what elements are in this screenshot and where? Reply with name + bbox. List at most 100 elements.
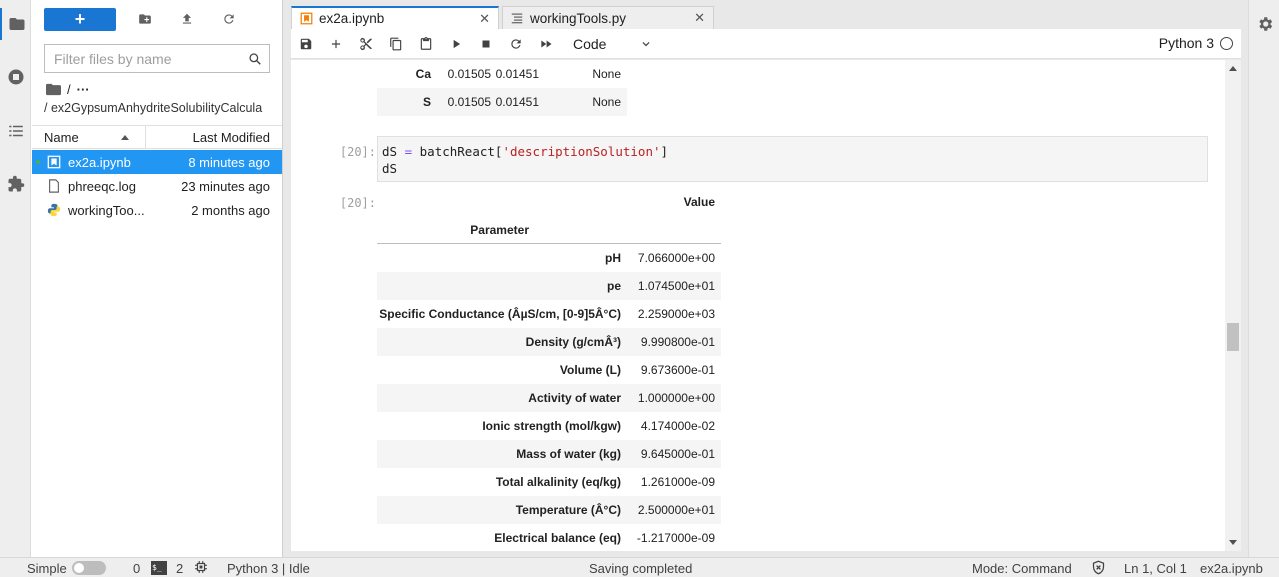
left-activity-bar [0,0,31,557]
table-index-header-row: Parameter [377,216,721,244]
table-cell: 0.01505 [447,67,491,81]
file-filter-input[interactable] [54,50,242,67]
running-icon[interactable] [0,61,31,93]
file-modified: 8 minutes ago [188,154,270,170]
kernel-status[interactable]: Python 3 | Idle [227,561,310,576]
terminal-icon: $_ [151,561,167,575]
file-icon [47,179,61,193]
code-token: 'descriptionSolution' [502,144,661,159]
code-token: = [404,144,413,159]
code-line: dS [382,161,398,176]
tab-workingtools-py[interactable]: workingTools.py ✕ [502,6,714,29]
save-icon[interactable] [291,30,321,58]
close-icon[interactable]: ✕ [694,10,705,26]
input-prompt: [20]: [339,145,376,159]
table-row: Electrical balance (eq) -1.217000e-09 [377,524,721,551]
notebook-content[interactable]: Ca 0.01505 0.01451 None S 0.01505 0.0145… [291,60,1241,551]
code-line: dS = batchReact['descriptionSolution'] [382,143,1203,160]
cut-icon[interactable] [351,30,381,58]
kernel-chip-icon [194,560,208,577]
notebook-icon [47,155,61,169]
parameter-value: 1.074500e+01 [637,279,715,293]
refresh-icon[interactable] [208,7,250,31]
simple-mode-label: Simple [27,561,67,576]
scrollbar-thumb[interactable] [1227,323,1239,351]
table-row: Mass of water (kg) 9.645000e-01 [377,440,721,468]
paste-icon[interactable] [411,30,441,58]
output-dataframe-top: Ca 0.01505 0.01451 None S 0.01505 0.0145… [377,60,627,116]
kernel-idle-icon [1220,36,1233,50]
file-list-item[interactable]: workingToo... 2 months ago [32,198,282,222]
new-launcher-button[interactable]: + [44,7,116,31]
fast-forward-icon[interactable] [531,30,561,58]
file-browser-toolbar: + [44,7,250,31]
breadcrumb-ellipsis[interactable]: ··· [77,82,90,97]
status-bar: Simple 0 $_ 2 Python 3 | Idle Saving com… [0,557,1279,577]
restart-icon[interactable] [501,30,531,58]
parameter-name: Temperature (Â°C) [515,503,621,517]
file-modified: 2 months ago [191,202,270,218]
breadcrumb-path[interactable]: / ex2GypsumAnhydriteSolubilityCalcula [44,101,282,115]
tab-label: workingTools.py [530,10,627,26]
table-row: pe 1.074500e+01 [377,272,721,300]
parameter-value: 2.500000e+01 [637,503,715,517]
table-row: Activity of water 1.000000e+00 [377,384,721,412]
table-cell: None [592,67,621,81]
parameter-value: -1.217000e-09 [636,531,715,545]
property-inspector-icon[interactable] [1249,8,1279,40]
scroll-down-icon[interactable] [1229,540,1237,545]
stop-icon[interactable] [471,30,501,58]
notebook-toolbar: Code Python 3 [291,29,1241,59]
parameter-name: Activity of water [528,391,621,405]
code-token: ] [660,144,669,159]
kernel-indicator[interactable]: Python 3 [1159,35,1233,51]
code-token: dS [382,144,398,159]
tab-label: ex2a.ipynb [319,11,385,26]
parameter-value: 7.066000e+00 [637,251,715,265]
extension-icon[interactable] [0,168,31,200]
cell-type-dropdown[interactable]: Code [573,36,653,52]
kernel-name: Python 3 [1158,35,1214,51]
run-icon[interactable] [441,30,471,58]
file-browser-panel: + / ··· / ex2GypsumAnhydriteSolubilityCa… [32,0,283,557]
code-editor[interactable]: dS = batchReact['descriptionSolution'] d… [377,136,1208,182]
modified-column-header[interactable]: Last Modified [146,126,282,148]
scroll-up-icon[interactable] [1229,66,1237,71]
parameter-value: 9.990800e-01 [640,335,715,349]
tab-ex2a-ipynb[interactable]: ex2a.ipynb ✕ [291,6,499,29]
index-column-header: Parameter [470,222,529,237]
parameter-name: Specific Conductance (ÂµS/cm, [0-9]5Â°C) [379,307,621,321]
insert-cell-icon[interactable] [321,30,351,58]
folder-icon[interactable] [0,8,31,40]
new-folder-icon[interactable] [124,7,166,31]
parameter-name: Ionic strength (mol/kgw) [482,419,621,433]
parameter-value: 4.174000e-02 [640,419,715,433]
file-list-item[interactable]: ex2a.ipynb 8 minutes ago [32,150,282,174]
upload-icon[interactable] [166,7,208,31]
parameter-value: 9.673600e-01 [640,363,715,377]
copy-icon[interactable] [381,30,411,58]
cursor-position[interactable]: Ln 1, Col 1 [1124,561,1187,576]
table-row: S 0.01505 0.01451 None [377,88,627,116]
toc-icon[interactable] [0,115,31,147]
table-row: Total alkalinity (eq/kg) 1.261000e-09 [377,468,721,496]
home-folder-icon[interactable] [46,83,61,96]
main-dock-area: ex2a.ipynb ✕ workingTools.py ✕ Code Pyth… [283,0,1248,557]
terminals-count[interactable]: 0 [133,561,140,576]
output-dataframe: Value Parameter pH 7.066000e+00 pe 1.074500… [377,188,721,551]
name-column-header[interactable]: Name [32,126,146,148]
table-row: Specific Conductance (ÂµS/cm, [0-9]5Â°C)… [377,300,721,328]
trusted-shield-icon[interactable] [1091,560,1106,578]
vertical-scrollbar[interactable] [1225,60,1241,551]
simple-mode-toggle[interactable] [72,561,106,575]
file-name: phreeqc.log [68,178,136,194]
parameter-name: Total alkalinity (eq/kg) [495,475,621,489]
kernels-count[interactable]: 2 [176,561,183,576]
close-icon[interactable]: ✕ [479,11,490,27]
breadcrumb-root[interactable]: / [67,82,71,97]
file-filter-field[interactable] [44,44,270,73]
file-list-item[interactable]: phreeqc.log 23 minutes ago [32,174,282,198]
table-cell: 0.01451 [495,67,539,81]
output-prompt: [20]: [339,196,376,210]
table-row: pH 7.066000e+00 [377,244,721,272]
